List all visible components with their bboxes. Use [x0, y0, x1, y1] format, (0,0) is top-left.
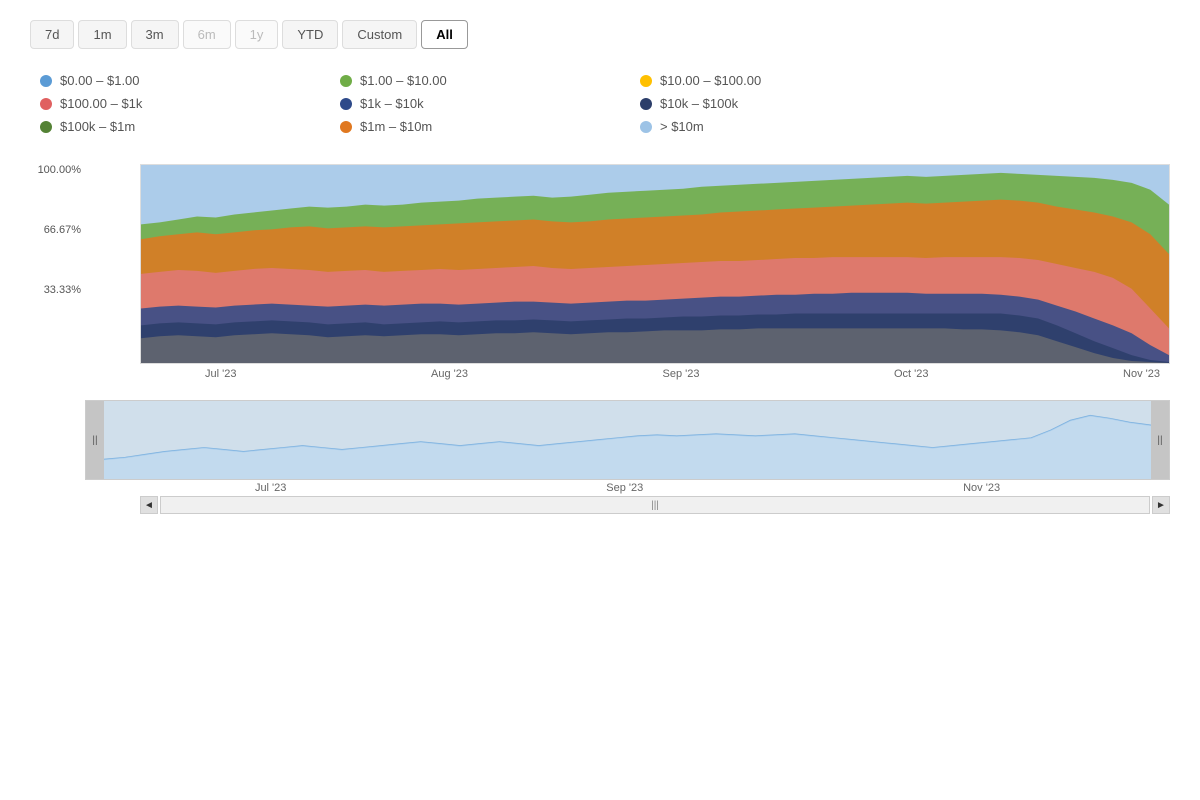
mini-handle-left[interactable]: || [86, 401, 104, 479]
mini-x-label: Jul '23 [255, 482, 286, 494]
time-btn-7d[interactable]: 7d [30, 20, 74, 49]
mini-handle-right[interactable]: || [1151, 401, 1169, 479]
legend-dot [40, 121, 52, 133]
legend-dot [640, 75, 652, 87]
x-axis-label: Sep '23 [662, 368, 699, 380]
legend-label: $1.00 – $10.00 [360, 73, 447, 88]
y-axis-label: 66.67% [30, 224, 81, 236]
legend-item: > $10m [640, 119, 920, 134]
scroll-left-arrow[interactable]: ◄ [140, 496, 158, 514]
legend-label: $0.00 – $1.00 [60, 73, 140, 88]
scroll-thumb-icon: ||| [651, 500, 659, 511]
x-axis-label: Aug '23 [431, 368, 468, 380]
mini-x-axis: Jul '23 Sep '23 Nov '23 [85, 480, 1170, 494]
main-container: 7d1m3m6m1yYTDCustomAll $0.00 – $1.00 $1.0… [0, 0, 1200, 534]
legend-label: > $10m [660, 119, 704, 134]
legend-item: $10.00 – $100.00 [640, 73, 920, 88]
time-btn-custom[interactable]: Custom [342, 20, 417, 49]
time-btn-1y: 1y [235, 20, 279, 49]
scroll-track[interactable]: ||| [160, 496, 1150, 514]
x-axis: Jul '23 Aug '23 Sep '23 Oct '23 Nov '23 [195, 364, 1170, 380]
chart-legend: $0.00 – $1.00 $1.00 – $10.00 $10.00 – $100… [30, 73, 1170, 134]
main-chart [140, 164, 1170, 364]
scroll-right-arrow[interactable]: ► [1152, 496, 1170, 514]
legend-label: $1k – $10k [360, 96, 424, 111]
time-btn-ytd[interactable]: YTD [282, 20, 338, 49]
x-axis-label: Nov '23 [1123, 368, 1160, 380]
legend-item: $10k – $100k [640, 96, 920, 111]
legend-dot [340, 75, 352, 87]
time-range-bar: 7d1m3m6m1yYTDCustomAll [30, 20, 1170, 49]
time-btn-1m[interactable]: 1m [78, 20, 126, 49]
legend-label: $100k – $1m [60, 119, 135, 134]
chart-svg [141, 165, 1169, 363]
time-btn-3m[interactable]: 3m [131, 20, 179, 49]
y-axis-labels: 100.00% 66.67% 33.33% [30, 164, 85, 364]
legend-item: $100k – $1m [40, 119, 320, 134]
time-btn-all[interactable]: All [421, 20, 468, 49]
x-axis-label: Oct '23 [894, 368, 929, 380]
legend-dot [340, 98, 352, 110]
legend-label: $1m – $10m [360, 119, 432, 134]
legend-label: $100.00 – $1k [60, 96, 142, 111]
y-axis-label: 100.00% [30, 164, 81, 176]
mini-selected-range [104, 401, 1151, 479]
time-btn-6m: 6m [183, 20, 231, 49]
navigator-section: || || Jul '23 Sep '23 Nov '23 ◄ ||| ► [85, 400, 1170, 514]
legend-label: $10.00 – $100.00 [660, 73, 761, 88]
chart-wrapper: 100.00% 66.67% 33.33% [30, 164, 1170, 380]
legend-item: $1m – $10m [340, 119, 620, 134]
legend-dot [40, 98, 52, 110]
x-axis-label: Jul '23 [205, 368, 236, 380]
legend-dot [340, 121, 352, 133]
mini-x-label: Sep '23 [606, 482, 643, 494]
legend-label: $10k – $100k [660, 96, 738, 111]
legend-item: $1.00 – $10.00 [340, 73, 620, 88]
legend-item: $0.00 – $1.00 [40, 73, 320, 88]
mini-chart: || || [85, 400, 1170, 480]
legend-dot [640, 98, 652, 110]
scrollbar: ◄ ||| ► [140, 496, 1170, 514]
legend-item: $100.00 – $1k [40, 96, 320, 111]
mini-x-label: Nov '23 [963, 482, 1000, 494]
legend-dot [40, 75, 52, 87]
legend-item: $1k – $10k [340, 96, 620, 111]
legend-dot [640, 121, 652, 133]
y-axis-label: 33.33% [30, 284, 81, 296]
